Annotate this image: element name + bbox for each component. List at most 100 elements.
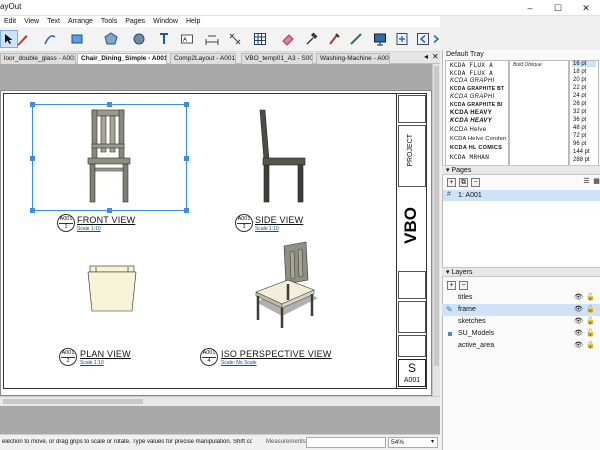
layer-row-su-models[interactable]: SU_Models 👁 🔓 [442,328,600,340]
tab-document-3[interactable]: Comp2Layout - A001 [170,53,236,64]
font-style-list[interactable]: Bold Oblique [509,60,569,166]
style-sampler-icon[interactable] [302,30,320,48]
list-view-icon[interactable]: ☰ [582,178,591,187]
front-view-chair-model[interactable] [84,108,134,204]
menu-edit[interactable]: Edit [0,16,20,27]
grip-handle[interactable] [30,208,35,213]
layer-row-sketches[interactable]: sketches 👁 🔓 [442,316,600,328]
tab-document-4[interactable]: VBO_temp01_A3 - S001 [241,53,313,64]
vertical-scroll-thumb[interactable] [434,66,439,366]
thumbnail-view-icon[interactable]: ▦ [592,178,600,187]
font-item[interactable]: KCDA HL COMICS [450,145,502,151]
close-button[interactable]: ✕ [572,0,600,16]
pencil-line-icon[interactable] [14,30,32,48]
text-icon[interactable] [155,30,173,48]
previous-page-icon[interactable] [414,30,432,48]
zoom-select[interactable]: 54% ▾ [388,437,438,448]
font-item[interactable]: KCDA FLUX A [450,62,493,69]
dimension-alt-icon[interactable] [226,30,244,48]
pages-panel-header[interactable]: ▾ Pages [442,165,600,175]
font-size-item[interactable]: 144 pt [572,149,596,155]
font-size-item[interactable]: 288 pt [572,157,596,163]
plan-view-chair-model[interactable] [86,264,138,314]
visibility-eye-icon[interactable]: 👁 [574,340,583,352]
grip-handle[interactable] [107,102,112,107]
font-size-item[interactable]: 32 pt [572,109,596,115]
delete-page-button[interactable]: − [471,178,480,187]
vertical-scrollbar[interactable] [432,64,440,396]
layers-panel-header[interactable]: ▾ Layers [442,267,600,277]
font-size-item[interactable]: 48 pt [572,125,596,131]
layer-row-frame[interactable]: ✎ frame 👁 🔓 [442,304,600,316]
maximize-button[interactable]: ☐ [544,0,572,16]
lock-icon[interactable]: 🔓 [586,304,595,316]
duplicate-page-button[interactable]: ⧉ [459,178,468,187]
minimize-button[interactable]: – [516,0,544,16]
layer-row-active-area[interactable]: active_area 👁 🔒 [442,340,600,352]
font-item[interactable]: KCDA Helve [450,127,486,133]
measurements-input[interactable] [306,437,386,448]
arc-icon[interactable] [41,30,59,48]
visibility-eye-icon[interactable]: 👁 [574,304,583,316]
font-size-item-selected[interactable]: 16 pt [572,61,596,67]
tab-document-1[interactable]: loor_double_glass - A001 [0,53,76,64]
add-layer-button[interactable]: + [447,281,456,290]
dimension-icon[interactable] [203,30,221,48]
table-icon[interactable] [251,30,269,48]
font-item[interactable]: KCDA MRHAN [450,154,489,161]
tabs-scroll-left-icon[interactable]: ◂ [424,52,428,61]
font-size-item[interactable]: 26 pt [572,101,596,107]
font-size-item[interactable]: 36 pt [572,117,596,123]
join-icon[interactable] [347,30,365,48]
presentation-icon[interactable] [371,30,389,48]
lock-icon[interactable]: 🔒 [586,340,595,352]
visibility-eye-icon[interactable]: 👁 [574,292,583,304]
eraser-icon[interactable] [279,30,297,48]
iso-perspective-chair-model[interactable] [248,240,324,332]
lock-icon[interactable]: 🔓 [586,316,595,328]
lock-icon[interactable]: 🔓 [586,292,595,304]
font-size-item[interactable]: 96 pt [572,141,596,147]
page-list-item[interactable]: # 1: A001 [443,190,600,201]
menu-help[interactable]: Help [182,16,204,27]
add-page-icon[interactable] [393,30,411,48]
menu-window[interactable]: Window [149,16,182,27]
polygon-icon[interactable] [102,30,120,48]
delete-layer-button[interactable]: − [459,281,468,290]
grip-handle[interactable] [30,102,35,107]
font-size-item[interactable]: 24 pt [572,93,596,99]
tab-document-2[interactable]: Chair_Dining_Simple - A001 [77,53,167,64]
font-item[interactable]: KCDA HEAVY [450,118,492,124]
label-icon[interactable]: A [178,30,196,48]
rectangle-icon[interactable] [68,30,86,48]
horizontal-scroll-thumb[interactable] [3,399,143,404]
font-item[interactable]: KCDA FLUX A [450,70,493,77]
grip-handle[interactable] [184,208,189,213]
tab-document-5[interactable]: Washing-Machine - A001 [316,53,390,64]
visibility-eye-icon[interactable]: 👁 [574,316,583,328]
font-item[interactable]: KCDA GRAPHITE BI [450,102,503,108]
font-item[interactable]: KCDA GRAPHI [450,94,494,100]
menu-pages[interactable]: Pages [121,16,149,27]
grip-handle[interactable] [184,156,189,161]
visibility-eye-icon[interactable]: 👁 [574,328,583,340]
grip-handle[interactable] [107,208,112,213]
font-size-item[interactable]: 20 pt [572,77,596,83]
font-style-item[interactable]: Bold Oblique [513,62,542,68]
layer-row-titles[interactable]: titles 👁 🔓 [442,292,600,304]
font-family-list[interactable]: KCDA FLUX A KCDA FLUX A KCDA GRAPHI KCDA… [445,60,509,166]
font-item[interactable]: KCDA GRAPHITE BT [450,86,504,92]
font-size-item[interactable]: 18 pt [572,69,596,75]
font-size-item[interactable]: 72 pt [572,133,596,139]
menu-tools[interactable]: Tools [97,16,121,27]
tabs-close-icon[interactable]: ✕ [432,52,439,61]
add-page-button[interactable]: + [447,178,456,187]
lock-icon[interactable]: 🔓 [586,328,595,340]
font-item[interactable]: KCDA GRAPHI [450,78,494,84]
circle-icon[interactable] [130,30,148,48]
menu-arrange[interactable]: Arrange [64,16,97,27]
font-size-item[interactable]: 22 pt [572,85,596,91]
horizontal-scrollbar[interactable] [0,396,440,406]
next-page-icon[interactable] [432,30,440,48]
menu-view[interactable]: View [20,16,43,27]
